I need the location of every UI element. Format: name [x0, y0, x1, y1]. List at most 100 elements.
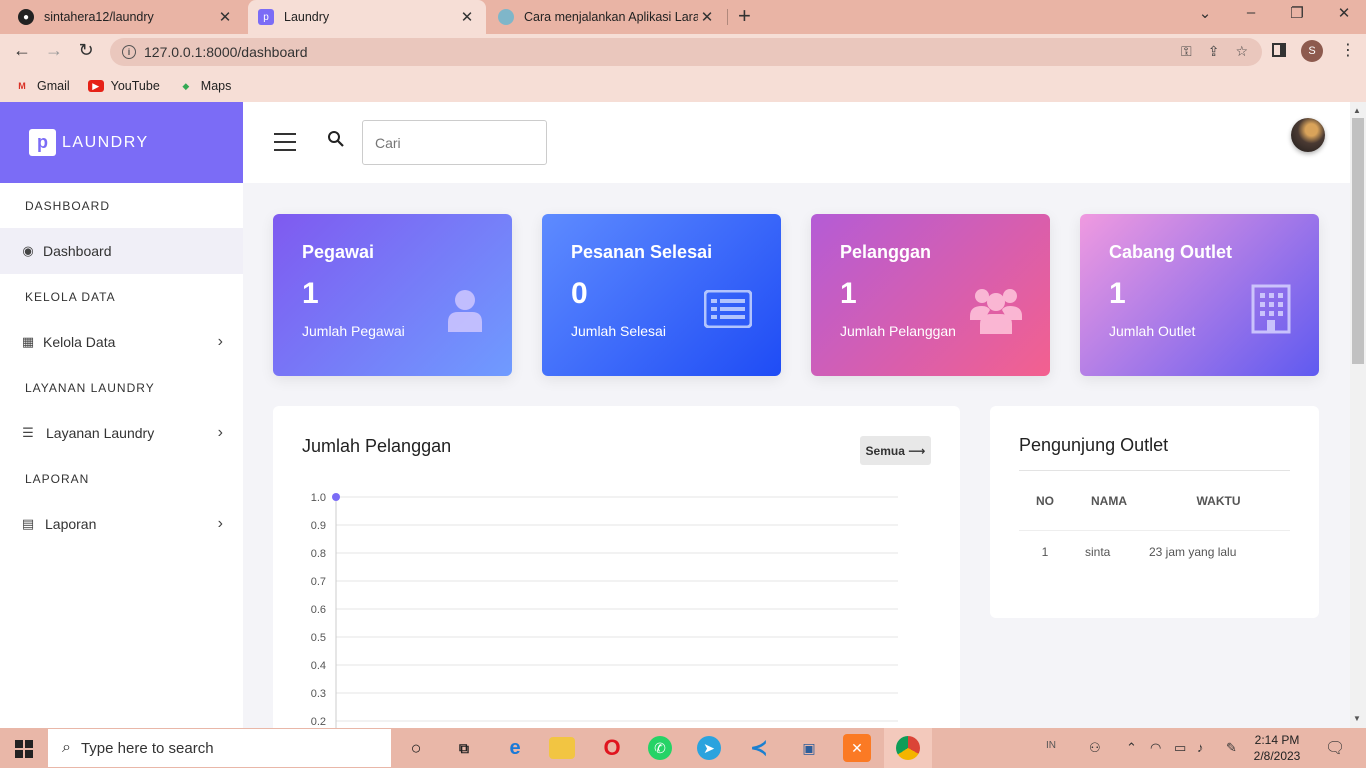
- bookmark-label: Gmail: [37, 79, 70, 93]
- y-tick-label: 0.7: [311, 576, 326, 588]
- xampp-icon[interactable]: ✕: [843, 734, 871, 762]
- key-icon[interactable]: ⚿: [1181, 43, 1192, 60]
- nav-heading-laporan: LAPORAN: [25, 471, 90, 486]
- sidebar-item-kelola-data[interactable]: ▦ Kelola Data ›: [0, 319, 243, 365]
- card-title: Pesanan Selesai: [571, 242, 713, 262]
- clock-date: 2/8/2023: [1253, 749, 1301, 763]
- close-icon[interactable]: ✕: [698, 8, 716, 26]
- tab-github[interactable]: ● sintahera12/laundry ✕: [8, 0, 244, 34]
- tab-label: Laundry: [284, 10, 330, 24]
- battery-icon[interactable]: ▭: [1174, 740, 1186, 756]
- chevron-right-icon: ›: [217, 333, 223, 350]
- card-pesanan-selesai: Pesanan Selesai 0 Jumlah Selesai: [542, 214, 781, 376]
- sidebar-item-laporan[interactable]: ▤ Laporan ›: [0, 501, 243, 547]
- user-icon: [446, 288, 484, 335]
- taskbar-search-input[interactable]: ⌕ Type here to search: [48, 729, 391, 767]
- edge-icon[interactable]: e: [501, 734, 529, 762]
- forward-icon[interactable]: →: [42, 40, 66, 61]
- sidebar-item-layanan-laundry[interactable]: ☰ Layanan Laundry ›: [0, 410, 243, 456]
- windows-start-icon[interactable]: [15, 740, 33, 758]
- chrome-icon: [896, 736, 920, 760]
- line-chart: 1.0 0.9 0.8 0.7 0.6 0.5 0.4 0.3 0.2: [311, 492, 898, 728]
- chrome-taskbar-button[interactable]: [884, 728, 932, 768]
- y-tick-label: 1.0: [311, 492, 326, 504]
- data-point[interactable]: [332, 493, 340, 501]
- url-input[interactable]: i 127.0.0.1:8000/dashboard ⚿ ⇪ ☆: [110, 38, 1262, 66]
- remote-desktop-icon[interactable]: ▣: [795, 734, 823, 762]
- search-input[interactable]: [362, 120, 547, 165]
- bookmark-maps[interactable]: ◆ Maps: [178, 79, 231, 93]
- card-title: Pegawai: [302, 242, 375, 262]
- top-bar: [243, 102, 1350, 183]
- search-icon: ⌕: [62, 739, 71, 756]
- menu-toggle-icon[interactable]: [274, 133, 296, 157]
- scroll-down-icon[interactable]: ▼: [1353, 714, 1361, 723]
- bookmark-gmail[interactable]: M Gmail: [14, 79, 70, 93]
- tab-label: Cara menjalankan Aplikasi Larave: [524, 10, 698, 24]
- youtube-icon: ▶: [87, 80, 104, 92]
- close-icon[interactable]: ✕: [458, 8, 476, 26]
- people-icon[interactable]: ⚇: [1089, 740, 1101, 756]
- sidebar-item-label: Kelola Data: [43, 334, 116, 350]
- language-indicator[interactable]: IN: [1046, 740, 1056, 751]
- browser-tab-bar: ● sintahera12/laundry ✕ p Laundry ✕ Cara…: [0, 0, 1366, 34]
- cell-nama: sinta: [1085, 545, 1111, 559]
- window-close-icon[interactable]: ✕: [1334, 4, 1354, 22]
- github-icon: ●: [18, 9, 34, 25]
- scroll-up-icon[interactable]: ▲: [1353, 106, 1361, 115]
- opera-icon[interactable]: O: [598, 734, 626, 762]
- column-header-nama: NAMA: [1091, 493, 1127, 508]
- share-icon[interactable]: ⇪: [1208, 43, 1220, 60]
- server-icon: ☰: [22, 425, 34, 440]
- file-explorer-icon[interactable]: [549, 737, 575, 759]
- back-icon[interactable]: ←: [10, 40, 34, 61]
- visitors-table: NO NAMA WAKTU 1 sinta 23 jam yang lalu: [1019, 470, 1290, 573]
- bookmark-youtube[interactable]: ▶ YouTube: [87, 79, 160, 93]
- user-avatar[interactable]: [1291, 118, 1325, 152]
- cell-waktu: 23 jam yang lalu: [1149, 545, 1237, 559]
- close-icon[interactable]: ✕: [216, 8, 234, 26]
- minimize-icon[interactable]: –: [1241, 4, 1261, 21]
- chevron-up-icon[interactable]: ⌃: [1126, 740, 1137, 756]
- sidebar-item-dashboard[interactable]: ◉ Dashboard: [0, 228, 243, 274]
- search-icon[interactable]: [327, 130, 345, 153]
- browser-menu-icon[interactable]: ⋮: [1340, 40, 1356, 60]
- cortana-icon[interactable]: ○: [402, 734, 430, 762]
- volume-icon[interactable]: ♪: [1197, 740, 1204, 755]
- y-tick-label: 0.5: [311, 632, 326, 644]
- scrollbar-thumb[interactable]: [1352, 118, 1364, 364]
- whatsapp-icon[interactable]: ✆: [648, 736, 672, 760]
- y-tick-label: 0.9: [311, 520, 326, 532]
- visitors-title: Pengunjung Outlet: [1019, 435, 1169, 455]
- restore-icon[interactable]: ❐: [1287, 4, 1307, 22]
- y-tick-label: 0.2: [311, 716, 326, 728]
- new-tab-button[interactable]: +: [738, 3, 751, 29]
- site-info-icon[interactable]: i: [122, 45, 136, 59]
- vscode-icon[interactable]: ≺: [745, 734, 773, 762]
- cell-no: 1: [1041, 545, 1049, 559]
- notification-icon[interactable]: 🗨: [1325, 738, 1345, 758]
- brand-name: LAUNDRY: [62, 133, 149, 151]
- list-icon: [703, 289, 753, 331]
- card-pelanggan: Pelanggan 1 Jumlah Pelanggan: [811, 214, 1050, 376]
- table-header: NO NAMA WAKTU: [1019, 471, 1290, 531]
- tab-search-icon[interactable]: ⌄: [1195, 4, 1215, 22]
- pen-icon[interactable]: ✎: [1226, 740, 1237, 756]
- card-title: Pelanggan: [840, 242, 932, 262]
- tab-cara-menjalankan[interactable]: Cara menjalankan Aplikasi Larave ✕: [488, 0, 726, 34]
- task-view-icon[interactable]: ⧉: [450, 734, 478, 762]
- bookmark-star-icon[interactable]: ☆: [1235, 43, 1248, 60]
- brand-header[interactable]: p LAUNDRY: [0, 102, 243, 183]
- wifi-icon[interactable]: ◠: [1150, 740, 1161, 756]
- system-clock[interactable]: 2:14 PM 2/8/2023: [1252, 732, 1302, 764]
- laundry-favicon-icon: p: [258, 9, 274, 25]
- side-panel-icon[interactable]: [1272, 43, 1286, 57]
- page-scrollbar[interactable]: ▲ ▼: [1350, 102, 1366, 728]
- y-tick-label: 0.6: [311, 604, 326, 616]
- reload-icon[interactable]: ↻: [74, 40, 98, 61]
- tab-laundry[interactable]: p Laundry ✕: [248, 0, 486, 34]
- gmail-icon: M: [18, 81, 26, 91]
- profile-avatar[interactable]: S: [1301, 40, 1323, 62]
- building-icon: [1251, 284, 1291, 337]
- telegram-icon[interactable]: ➤: [697, 736, 721, 760]
